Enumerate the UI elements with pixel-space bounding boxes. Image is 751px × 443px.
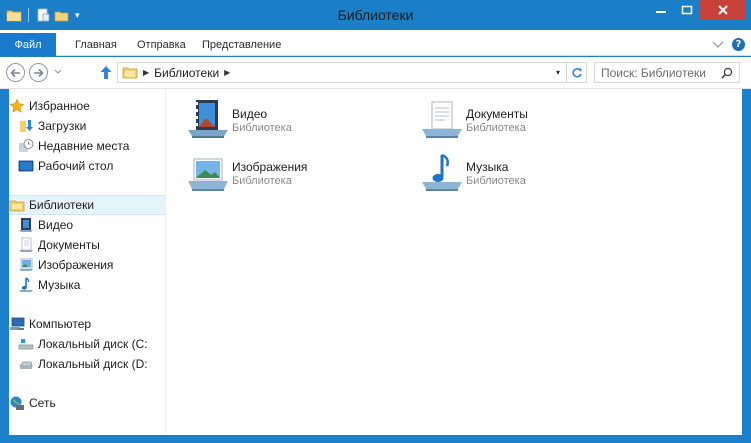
up-arrow-icon [100, 66, 112, 79]
libraries-icon [122, 66, 138, 79]
ribbon-tab-bar: Файл Главная Отправка Представление ? [0, 30, 751, 56]
downloads-icon [18, 118, 34, 134]
crumb-separator[interactable]: ▶ [143, 68, 149, 77]
window-title: Библиотеки [337, 7, 414, 23]
star-icon [9, 98, 25, 114]
sidebar-item-label: Видео [38, 218, 74, 232]
navigation-pane[interactable]: Избранное Загрузки Недавние места Рабочи… [9, 89, 166, 435]
window-frame-bottom [0, 435, 751, 443]
desktop-icon [18, 158, 34, 174]
tab-file[interactable]: Файл [0, 33, 56, 56]
window-frame-left [0, 89, 9, 435]
crumb-separator[interactable]: ▶ [224, 68, 230, 77]
forward-button[interactable] [29, 63, 48, 82]
pictures-icon [18, 257, 34, 273]
library-item-pictures[interactable]: Изображения Библиотека [186, 151, 376, 195]
title-bar[interactable]: ▾ Библиотеки [0, 0, 751, 30]
content-pane: Видео Библиотека Документы Библиотека Из… [166, 89, 742, 435]
sidebar-item-label: Музыка [38, 278, 81, 292]
window-frame-right [742, 89, 751, 435]
library-item-video[interactable]: Видео Библиотека [186, 98, 376, 142]
back-button[interactable] [6, 63, 25, 82]
video-icon [18, 217, 34, 233]
tab-home[interactable]: Главная [75, 39, 117, 51]
sidebar-item-downloads[interactable]: Загрузки [9, 116, 166, 136]
library-name: Музыка [466, 160, 509, 174]
documents-library-icon [420, 98, 466, 142]
minimize-icon [656, 11, 666, 13]
maximize-icon [681, 5, 693, 15]
address-bar[interactable]: ▶ Библиотеки ▶ ▾ [117, 62, 587, 83]
library-type: Библиотека [466, 122, 526, 134]
library-type: Библиотека [232, 175, 292, 187]
sidebar-item-label: Локальный диск (C: [38, 337, 148, 351]
sidebar-item-label: Компьютер [29, 317, 92, 331]
back-arrow-icon [10, 68, 20, 77]
close-button[interactable] [700, 0, 745, 20]
sidebar-item-label: Документы [38, 238, 100, 252]
music-library-icon [420, 151, 466, 195]
sidebar-item-network[interactable]: Сеть [9, 393, 166, 413]
maximize-button[interactable] [674, 0, 700, 20]
sidebar-item-label: Библиотеки [29, 198, 95, 212]
library-type: Библиотека [232, 122, 292, 134]
sidebar-item-pictures[interactable]: Изображения [9, 255, 166, 275]
forward-arrow-icon [34, 68, 44, 77]
libraries-icon [9, 197, 25, 213]
sidebar-item-favorites[interactable]: Избранное [9, 96, 166, 116]
sidebar-item-drive-c[interactable]: Локальный диск (C: [9, 334, 166, 354]
close-icon [717, 5, 728, 15]
library-type: Библиотека [466, 175, 526, 187]
window-controls [648, 0, 745, 20]
chevron-down-icon [54, 69, 62, 74]
sidebar-item-label: Сеть [29, 396, 56, 410]
library-item-documents[interactable]: Документы Библиотека [420, 98, 610, 142]
sidebar-item-label: Рабочий стол [38, 159, 114, 173]
search-box[interactable] [594, 62, 740, 83]
pictures-library-icon [186, 151, 232, 195]
library-name: Документы [466, 107, 528, 121]
computer-icon [9, 316, 25, 332]
help-icon[interactable]: ? [732, 38, 745, 51]
sidebar-item-drive-d[interactable]: Локальный диск (D: [9, 354, 166, 374]
sidebar-item-label: Загрузки [38, 119, 87, 133]
sidebar-item-computer[interactable]: Компьютер [9, 314, 166, 334]
explorer-window: ▾ Библиотеки Файл Главная Отправка Предс… [0, 0, 751, 443]
sidebar-item-libraries[interactable]: Библиотеки [9, 195, 166, 215]
drive-icon [18, 336, 34, 352]
refresh-button[interactable] [566, 63, 586, 82]
library-name: Видео [232, 107, 268, 121]
address-controls: ▾ [550, 63, 586, 82]
sidebar-item-desktop[interactable]: Рабочий стол [9, 156, 166, 176]
documents-icon [18, 237, 34, 253]
up-button[interactable] [99, 65, 113, 80]
network-icon [9, 395, 25, 411]
library-item-music[interactable]: Музыка Библиотека [420, 151, 610, 195]
video-library-icon [186, 98, 232, 142]
library-name: Изображения [232, 160, 308, 174]
sidebar-item-label: Недавние места [38, 139, 130, 153]
breadcrumb-libraries[interactable]: Библиотеки [154, 66, 219, 80]
drive-icon [18, 356, 34, 372]
chevron-down-icon[interactable] [712, 40, 724, 50]
search-input[interactable] [601, 66, 719, 80]
sidebar-item-documents[interactable]: Документы [9, 235, 166, 255]
navigation-bar: ▶ Библиотеки ▶ ▾ [0, 57, 751, 89]
refresh-icon [571, 67, 582, 78]
sidebar-item-label: Изображения [38, 258, 114, 272]
sidebar-item-video[interactable]: Видео [9, 215, 166, 235]
recent-places-icon [18, 138, 34, 154]
music-icon [18, 277, 34, 293]
search-icon[interactable] [721, 67, 733, 79]
address-history-dropdown[interactable]: ▾ [550, 63, 566, 82]
recent-locations-button[interactable] [54, 68, 62, 77]
minimize-button[interactable] [648, 0, 674, 20]
sidebar-item-label: Локальный диск (D: [38, 357, 148, 371]
tab-view[interactable]: Представление [202, 39, 281, 51]
sidebar-item-music[interactable]: Музыка [9, 275, 166, 295]
sidebar-item-label: Избранное [29, 99, 90, 113]
tab-share[interactable]: Отправка [137, 39, 186, 51]
ribbon-right-controls: ? [712, 38, 745, 51]
sidebar-item-recent-places[interactable]: Недавние места [9, 136, 166, 156]
